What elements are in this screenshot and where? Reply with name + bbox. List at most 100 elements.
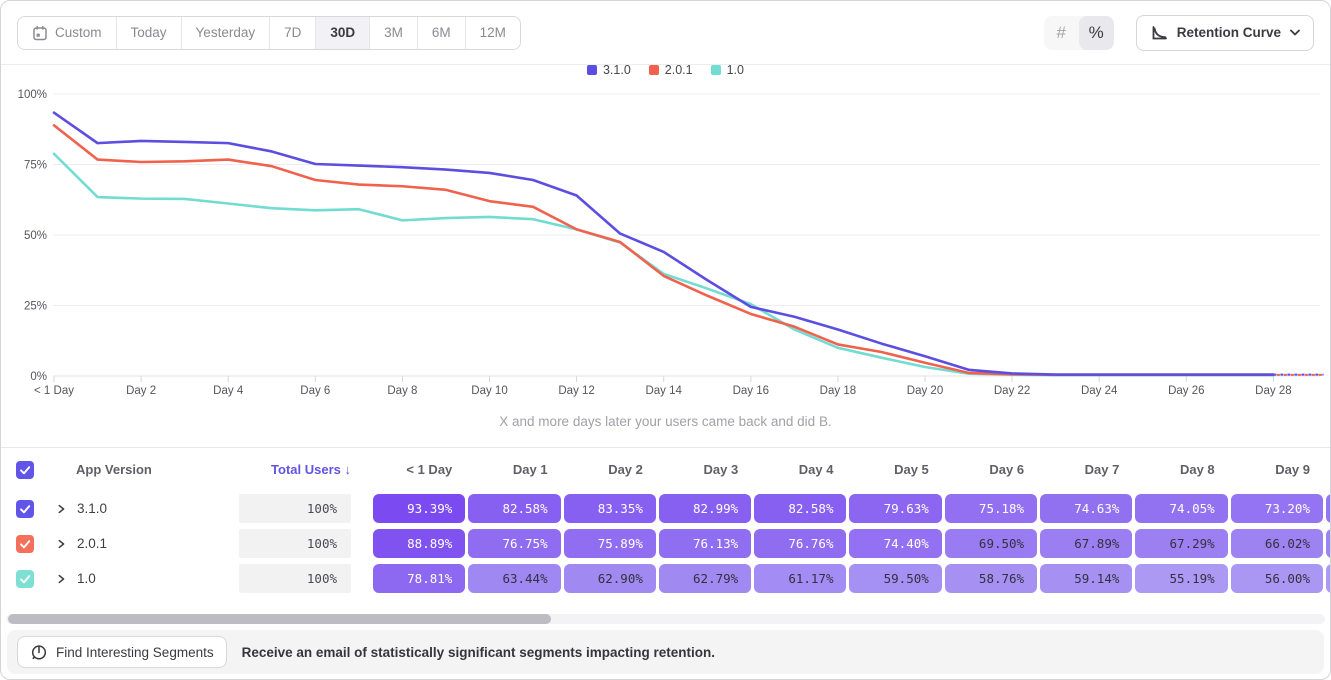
day-column-header[interactable]: Day 4 [754,462,846,477]
legend-item-1.0[interactable]: 1.0 [711,63,744,77]
row-checkbox[interactable] [16,500,34,518]
retention-cell[interactable]: 69.50% [945,529,1037,558]
row-checkbox[interactable] [16,535,34,553]
day-column-header[interactable]: Day 3 [659,462,751,477]
percent-format-button[interactable]: % [1079,16,1114,50]
day-column-header[interactable]: Day 8 [1135,462,1227,477]
svg-text:25%: 25% [24,301,47,313]
chart-type-dropdown[interactable]: Retention Curve [1136,15,1314,51]
retention-cell[interactable]: 82.99% [659,494,751,523]
find-interesting-segments-button[interactable]: Find Interesting Segments [17,636,227,668]
legend-swatch [587,65,597,75]
app-version-value: 1.0 [77,571,96,586]
svg-text:< 1 Day: < 1 Day [34,385,74,397]
chart-legend: 3.1.0 2.0.1 1.0 [1,63,1330,77]
date-range-label: Custom [55,25,102,40]
retention-curve-icon [1150,24,1168,42]
svg-text:75%: 75% [24,160,47,172]
legend-swatch [711,65,721,75]
retention-cell[interactable]: 74.63% [1040,494,1132,523]
retention-cell[interactable]: 88.89% [373,529,465,558]
legend-item-2.0.1[interactable]: 2.0.1 [649,63,693,77]
retention-cell[interactable]: 59.50% [849,564,941,593]
day-column-header[interactable]: Day 7 [1040,462,1132,477]
total-users-col: 100% [239,494,365,523]
retention-cell[interactable]: 66.02% [1231,529,1323,558]
retention-cell[interactable]: 58.76% [945,564,1037,593]
retention-cell[interactable]: 79.63% [849,494,941,523]
select-all-checkbox[interactable] [16,461,34,479]
date-range-30d[interactable]: 30D [315,17,369,49]
retention-cell[interactable]: 61.17% [754,564,846,593]
scrollbar-thumb[interactable] [8,614,551,624]
date-range-label: 12M [480,25,506,40]
expand-row-chevron[interactable] [55,502,69,516]
svg-text:50%: 50% [24,230,47,242]
retention-cell[interactable]: 74.05% [1135,494,1227,523]
retention-cell-clipped[interactable] [1326,564,1331,593]
interesting-segments-icon [30,643,48,661]
retention-cell[interactable]: 62.90% [564,564,656,593]
retention-cell[interactable]: 75.18% [945,494,1037,523]
total-users-sort-header[interactable]: Total Users ↓ [239,462,365,477]
table-header-row: App Version Total Users ↓ < 1 DayDay 1 Da… [1,447,1330,491]
check-icon [18,572,32,586]
date-range-yesterday[interactable]: Yesterday [181,17,270,49]
retention-cell[interactable]: 67.89% [1040,529,1132,558]
retention-cell[interactable]: 76.76% [754,529,846,558]
check-icon [18,502,32,516]
row-check-col [16,570,42,588]
date-range-label: Yesterday [196,25,256,40]
expand-row-chevron[interactable] [55,537,69,551]
retention-cell[interactable]: 62.79% [659,564,751,593]
date-range-today[interactable]: Today [116,17,181,49]
retention-cell[interactable]: 63.44% [468,564,560,593]
svg-text:Day 8: Day 8 [387,385,417,397]
retention-cell[interactable]: 55.19% [1135,564,1227,593]
sort-descending-icon: ↓ [345,462,352,477]
retention-cell[interactable]: 76.75% [468,529,560,558]
date-range-3m[interactable]: 3M [369,17,417,49]
retention-cell[interactable]: 56.00% [1231,564,1323,593]
total-users-cell: 100% [239,494,351,523]
retention-cell[interactable]: 82.58% [468,494,560,523]
retention-cell[interactable]: 83.35% [564,494,656,523]
number-format-button[interactable]: # [1044,16,1079,50]
chart-type-label: Retention Curve [1177,25,1281,40]
svg-text:Day 26: Day 26 [1168,385,1204,397]
row-checkbox[interactable] [16,570,34,588]
date-range-12m[interactable]: 12M [465,17,520,49]
retention-cell-clipped[interactable] [1326,494,1331,523]
retention-cell[interactable]: 75.89% [564,529,656,558]
footer-message: Receive an email of statistically signif… [242,645,715,660]
legend-item-3.1.0[interactable]: 3.1.0 [587,63,631,77]
retention-cell[interactable]: 82.58% [754,494,846,523]
chevron-right-icon [55,573,67,585]
retention-cell[interactable]: 78.81% [373,564,465,593]
retention-cell-clipped[interactable] [1326,529,1331,558]
day-column-header[interactable]: Day 5 [849,462,941,477]
date-range-7d[interactable]: 7D [269,17,315,49]
date-range-custom[interactable]: Custom [18,17,116,49]
retention-cell[interactable]: 67.29% [1135,529,1227,558]
day-column-header[interactable]: Day 1 [468,462,560,477]
total-users-col: 100% [239,529,365,558]
expand-row-chevron[interactable] [55,572,69,586]
retention-cell[interactable]: 59.14% [1040,564,1132,593]
table-row-1.0: 1.0100%78.81%63.44%62.90%62.79%61.17%59.… [1,561,1330,596]
retention-cell[interactable]: 73.20% [1231,494,1323,523]
day-column-header[interactable]: Day 2 [564,462,656,477]
svg-text:Day 24: Day 24 [1081,385,1118,397]
retention-cell[interactable]: 74.40% [849,529,941,558]
date-range-6m[interactable]: 6M [417,17,465,49]
calendar-icon [32,25,48,41]
day-column-header[interactable]: Day 6 [945,462,1037,477]
day-column-header[interactable]: < 1 Day [373,462,465,477]
day-column-header[interactable]: Day 9 [1231,462,1323,477]
chevron-right-icon [55,503,67,515]
retention-cell[interactable]: 76.13% [659,529,751,558]
retention-cell[interactable]: 93.39% [373,494,465,523]
app-version-header: App Version [42,462,239,477]
horizontal-scrollbar[interactable] [6,614,1325,624]
legend-label: 1.0 [727,63,744,77]
